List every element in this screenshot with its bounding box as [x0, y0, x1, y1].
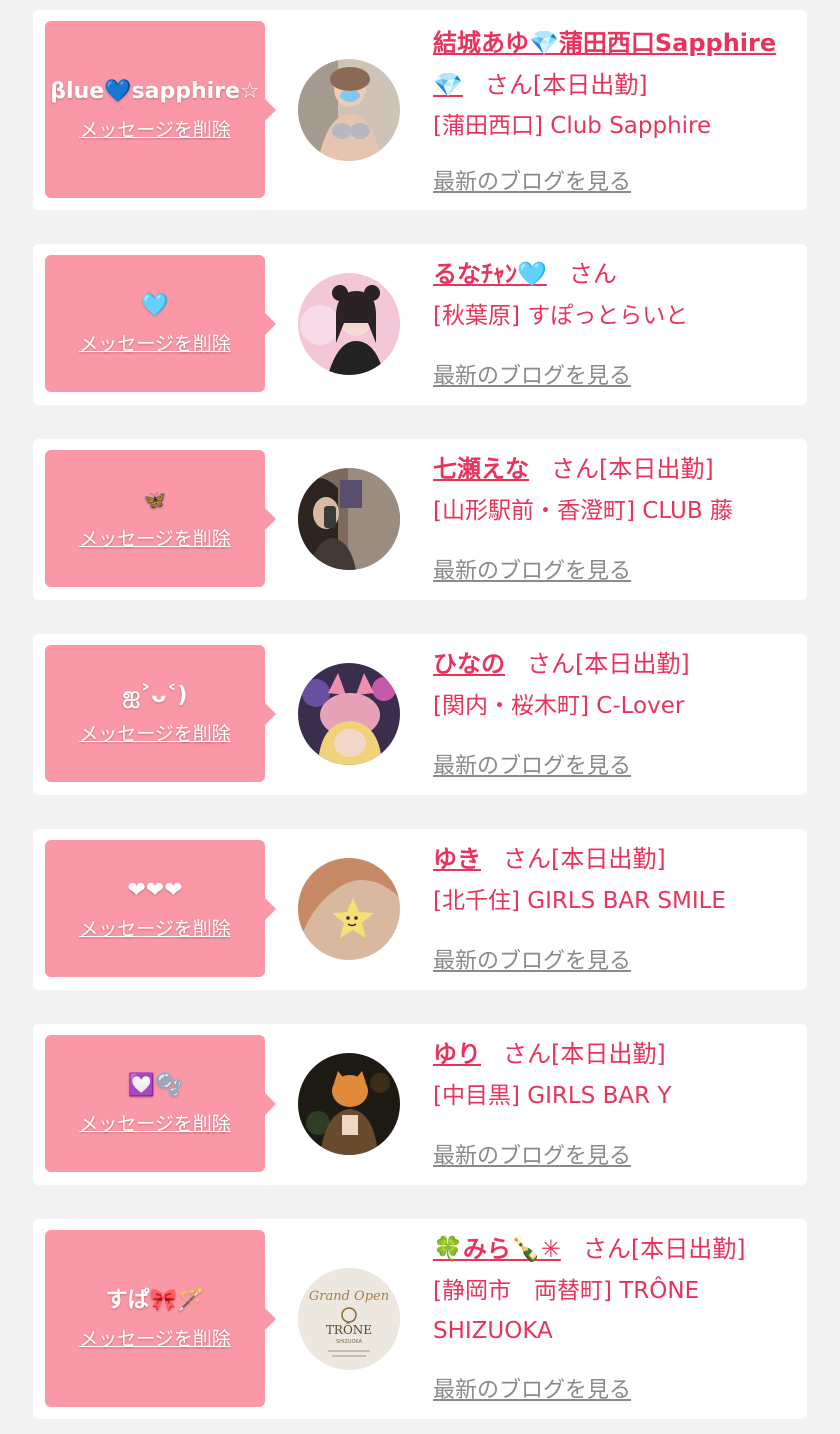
message-card: 🩵 メッセージを削除 るなﾁｬﾝ🩵 さん [秋葉原] すぽっとらいと 最新のブログ…	[33, 244, 807, 405]
message-card: すぱ🎀🪄 メッセージを削除 Grand Open TRÔNE SHIZUOKA …	[33, 1219, 807, 1419]
message-bubble: ❤❤❤ メッセージを削除	[45, 840, 276, 977]
name-suffix: さん[本日出勤]	[484, 71, 648, 99]
name-line: 結城あゆ💎蒲田西口Sapphire💎 さん[本日出勤]	[433, 22, 793, 106]
message-text: ஐ˃ᴗ˂)	[122, 683, 188, 708]
latest-blog-link[interactable]: 最新のブログを見る	[433, 943, 631, 975]
latest-blog-link[interactable]: 最新のブログを見る	[433, 1138, 631, 1170]
delete-message-link[interactable]: メッセージを削除	[79, 719, 231, 746]
name-suffix: さん[本日出勤]	[503, 1040, 666, 1068]
cast-name-link[interactable]: ひなの	[433, 650, 505, 678]
delete-message-link[interactable]: メッセージを削除	[79, 1324, 231, 1351]
entry-info: 結城あゆ💎蒲田西口Sapphire💎 さん[本日出勤] [蒲田西口] Club S…	[433, 22, 793, 146]
entry-info: ひなの さん[本日出勤] [関内・桜木町] C-Lover	[433, 642, 793, 726]
message-card: ❤❤❤ メッセージを削除 ゆき さん[本日出勤] [北千住] GIRLS BAR …	[33, 829, 807, 990]
latest-blog-link[interactable]: 最新のブログを見る	[433, 1372, 631, 1404]
name-line: るなﾁｬﾝ🩵 さん	[433, 252, 793, 296]
latest-blog-link[interactable]: 最新のブログを見る	[433, 164, 631, 196]
shop-name: [北千住] GIRLS BAR SMILE	[433, 888, 726, 914]
message-list: βlue💙sapphire☆ メッセージを削除 結城あゆ💎蒲田西口Sapphir…	[0, 0, 840, 1434]
entry-info: るなﾁｬﾝ🩵 さん [秋葉原] すぽっとらいと	[433, 252, 793, 336]
message-text: 🦋	[143, 490, 167, 511]
avatar-sub-text: SHIZUOKA	[336, 1339, 363, 1345]
latest-blog-link[interactable]: 最新のブログを見る	[433, 748, 631, 780]
name-suffix: さん[本日出勤]	[551, 455, 714, 483]
avatar[interactable]: Grand Open TRÔNE SHIZUOKA	[298, 1268, 400, 1370]
entry-info: 七瀬えな さん[本日出勤] [山形駅前・香澄町] CLUB 藤	[433, 447, 793, 531]
message-bubble: 💟🫧 メッセージを削除	[45, 1035, 276, 1172]
entry-info: ゆき さん[本日出勤] [北千住] GIRLS BAR SMILE	[433, 837, 793, 921]
avatar[interactable]	[298, 273, 400, 375]
cast-name-link[interactable]: ゆり	[433, 1040, 481, 1068]
delete-message-link[interactable]: メッセージを削除	[79, 329, 231, 356]
message-text: すぱ🎀🪄	[105, 1288, 205, 1313]
name-line: 🍀みら🍾✳ さん[本日出勤]	[433, 1227, 793, 1271]
avatar[interactable]	[298, 1053, 400, 1155]
shop-name: [中目黒] GIRLS BAR Y	[433, 1083, 672, 1109]
cast-name-link[interactable]: るなﾁｬﾝ🩵	[433, 260, 547, 288]
delete-message-link[interactable]: メッセージを削除	[79, 115, 231, 142]
name-line: 七瀬えな さん[本日出勤]	[433, 447, 793, 491]
name-line: ゆり さん[本日出勤]	[433, 1032, 793, 1076]
message-text: βlue💙sapphire☆	[50, 79, 260, 104]
message-card: βlue💙sapphire☆ メッセージを削除 結城あゆ💎蒲田西口Sapphir…	[33, 10, 807, 210]
message-bubble: 🦋 メッセージを削除	[45, 450, 276, 587]
message-bubble: βlue💙sapphire☆ メッセージを削除	[45, 21, 276, 198]
shop-name: [関内・桜木町] C-Lover	[433, 693, 685, 719]
avatar-brand-text: TRÔNE	[326, 1321, 372, 1337]
name-line: ひなの さん[本日出勤]	[433, 642, 793, 686]
cast-name-link[interactable]: 七瀬えな	[433, 455, 529, 483]
entry-info: 🍀みら🍾✳ さん[本日出勤] [静岡市 両替町] TRÔNE SHIZUOKA	[433, 1227, 793, 1351]
name-suffix: さん	[568, 260, 617, 288]
cast-name-link[interactable]: ゆき	[433, 845, 481, 873]
message-bubble: 🩵 メッセージを削除	[45, 255, 276, 392]
shop-name: [蒲田西口] Club Sapphire	[433, 113, 712, 139]
avatar[interactable]	[298, 663, 400, 765]
avatar-grand-open-text: Grand Open	[309, 1289, 389, 1304]
message-text: ❤❤❤	[127, 878, 183, 903]
delete-message-link[interactable]: メッセージを削除	[79, 524, 231, 551]
name-suffix: さん[本日出勤]	[503, 845, 666, 873]
avatar[interactable]	[298, 468, 400, 570]
cast-name-link[interactable]: 🍀みら🍾✳	[433, 1235, 561, 1263]
name-suffix: さん[本日出勤]	[582, 1235, 746, 1263]
message-card: ஐ˃ᴗ˂) メッセージを削除 ひなの さん[本日出勤] [関内・桜木町] C-Lo…	[33, 634, 807, 795]
message-text: 🩵	[141, 293, 169, 318]
delete-message-link[interactable]: メッセージを削除	[79, 914, 231, 941]
message-card: 🦋 メッセージを削除 七瀬えな さん[本日出勤] [山形駅前・香澄町] CLUB …	[33, 439, 807, 600]
latest-blog-link[interactable]: 最新のブログを見る	[433, 358, 631, 390]
entry-info: ゆり さん[本日出勤] [中目黒] GIRLS BAR Y	[433, 1032, 793, 1116]
message-card: 💟🫧 メッセージを削除 ゆり さん[本日出勤] [中目黒] GIRLS BAR Y…	[33, 1024, 807, 1185]
shop-name: [秋葉原] すぽっとらいと	[433, 303, 689, 329]
name-suffix: さん[本日出勤]	[527, 650, 690, 678]
message-bubble: ஐ˃ᴗ˂) メッセージを削除	[45, 645, 276, 782]
latest-blog-link[interactable]: 最新のブログを見る	[433, 553, 631, 585]
name-line: ゆき さん[本日出勤]	[433, 837, 793, 881]
message-text: 💟🫧	[127, 1073, 183, 1098]
avatar[interactable]	[298, 59, 400, 161]
avatar[interactable]	[298, 858, 400, 960]
message-bubble: すぱ🎀🪄 メッセージを削除	[45, 1230, 276, 1407]
shop-name: [静岡市 両替町] TRÔNE SHIZUOKA	[433, 1278, 700, 1344]
shop-name: [山形駅前・香澄町] CLUB 藤	[433, 498, 733, 524]
delete-message-link[interactable]: メッセージを削除	[79, 1109, 231, 1136]
